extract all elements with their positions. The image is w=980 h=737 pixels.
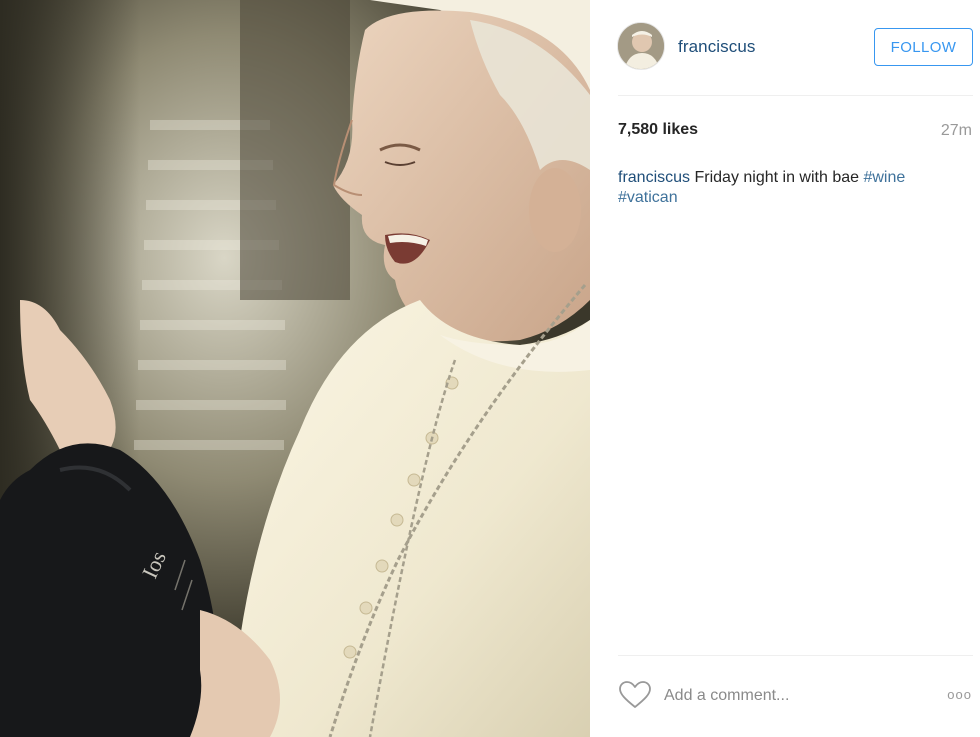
hashtag-wine[interactable]: #wine xyxy=(863,169,905,186)
post-header: franciscus FOLLOW xyxy=(590,0,980,96)
likes-count[interactable]: 7,580 likes xyxy=(618,121,698,139)
caption-text: Friday night in with bae xyxy=(694,169,860,186)
follow-button[interactable]: FOLLOW xyxy=(874,28,973,66)
header-divider xyxy=(618,95,973,96)
post-username[interactable]: franciscus xyxy=(678,37,756,57)
comment-divider xyxy=(618,655,973,656)
heart-outline-icon[interactable] xyxy=(618,680,652,710)
post-photo[interactable]: Ios xyxy=(0,0,590,737)
more-options-icon[interactable]: ooo xyxy=(947,687,972,702)
post-caption: franciscus Friday night in with bae #win… xyxy=(618,168,948,208)
comment-bar: ooo xyxy=(590,666,980,726)
hashtag-vatican[interactable]: #vatican xyxy=(618,189,678,206)
post-detail-panel: franciscus FOLLOW 7,580 likes 27m franci… xyxy=(590,0,980,737)
avatar-image xyxy=(618,23,664,69)
avatar[interactable] xyxy=(617,22,665,70)
post-timestamp[interactable]: 27m xyxy=(941,122,972,140)
caption-username[interactable]: franciscus xyxy=(618,169,690,186)
add-comment-input[interactable] xyxy=(664,684,864,708)
photo-pope-with-wine: Ios xyxy=(0,0,590,737)
